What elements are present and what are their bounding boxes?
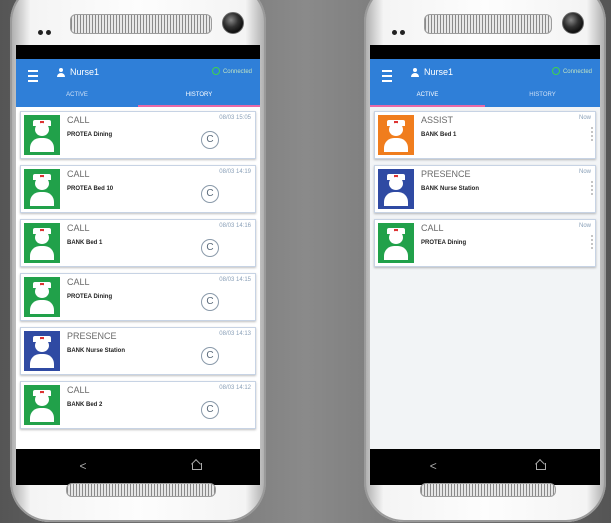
- alert-time: 08/03 14:19: [219, 169, 251, 175]
- front-camera: [562, 12, 584, 34]
- bottom-speaker-grille: [66, 483, 216, 497]
- person-icon: [410, 68, 420, 78]
- list-item[interactable]: CALL PROTEA Dining 08/03 15:05 C: [20, 111, 256, 159]
- alert-location: BANK Bed 2: [67, 402, 103, 408]
- tab-history[interactable]: HISTORY: [138, 89, 260, 107]
- alert-type: CALL: [67, 115, 90, 125]
- tab-bar: ACTIVE HISTORY: [370, 89, 600, 107]
- tab-history[interactable]: HISTORY: [485, 89, 600, 107]
- tab-bar: ACTIVE HISTORY: [16, 89, 260, 107]
- alert-time: 08/03 15:05: [219, 115, 251, 121]
- alert-type: CALL: [421, 223, 444, 233]
- nurse-avatar-icon: [24, 385, 60, 425]
- home-icon[interactable]: [535, 463, 546, 470]
- active-list: ASSIST BANK Bed 1 Now PRESENCE BANK Nurse St…: [370, 111, 600, 449]
- alert-type: PRESENCE: [67, 331, 117, 341]
- nurse-avatar-icon: [24, 169, 60, 209]
- list-item[interactable]: PRESENCE BANK Nurse Station 08/03 14:13 C: [20, 327, 256, 375]
- nurse-avatar-icon: [24, 223, 60, 263]
- alert-time: Now: [578, 115, 591, 121]
- alert-location: PROTEA Bed 10: [67, 186, 114, 192]
- app-topbar: Nurse1 Connected ACTIVE HISTORY: [370, 59, 600, 107]
- earpiece-grille: [70, 14, 212, 34]
- nurse-avatar-icon: [378, 115, 414, 155]
- app-view: Nurse1 Connected ACTIVE HISTORY ASSIST BA…: [370, 59, 600, 449]
- user-name: Nurse1: [70, 67, 100, 77]
- alert-time: Now: [578, 169, 591, 175]
- list-item[interactable]: CALL PROTEA Dining 08/03 14:15 C: [20, 273, 256, 321]
- home-icon[interactable]: [191, 463, 202, 470]
- android-navbar: <: [370, 449, 600, 485]
- alert-location: PROTEA Dining: [67, 132, 113, 138]
- android-navbar: <: [16, 449, 260, 485]
- alert-time: 08/03 14:13: [219, 331, 251, 337]
- nurse-avatar-icon: [24, 115, 60, 155]
- alert-location: BANK Nurse Station: [421, 186, 480, 192]
- completed-badge-icon: C: [201, 347, 219, 365]
- completed-badge-icon: C: [201, 185, 219, 203]
- alert-type: CALL: [67, 277, 90, 287]
- alert-location: PROTEA Dining: [67, 294, 113, 300]
- alert-time: Now: [578, 223, 591, 229]
- list-item[interactable]: ASSIST BANK Bed 1 Now: [374, 111, 596, 159]
- user-name: Nurse1: [424, 67, 454, 77]
- history-list: CALL PROTEA Dining 08/03 15:05 C CALL PROTEA …: [16, 111, 260, 449]
- nurse-avatar-icon: [24, 277, 60, 317]
- alert-type: CALL: [67, 385, 90, 395]
- bottom-speaker-grille: [420, 483, 556, 497]
- alert-type: PRESENCE: [421, 169, 471, 179]
- list-item[interactable]: CALL PROTEA Dining Now: [374, 219, 596, 267]
- alert-type: CALL: [67, 223, 90, 233]
- front-camera: [222, 12, 244, 34]
- alert-time: 08/03 14:15: [219, 277, 251, 283]
- connection-label: Connected: [222, 69, 252, 75]
- phone-screen: Nurse1 Connected ACTIVE HISTORY CALL PROT…: [16, 45, 260, 485]
- list-item[interactable]: PRESENCE BANK Nurse Station Now: [374, 165, 596, 213]
- completed-badge-icon: C: [201, 293, 219, 311]
- alert-time: 08/03 14:12: [219, 385, 251, 391]
- drag-handle-icon[interactable]: [591, 127, 593, 143]
- list-item[interactable]: CALL BANK Bed 2 08/03 14:12 C: [20, 381, 256, 429]
- phone-right: Nurse1 Connected ACTIVE HISTORY ASSIST BA…: [364, 0, 606, 523]
- alert-time: 08/03 14:16: [219, 223, 251, 229]
- sensor-dots: [38, 22, 60, 35]
- alert-location: BANK Nurse Station: [67, 348, 126, 354]
- phone-left: Nurse1 Connected ACTIVE HISTORY CALL PROT…: [10, 0, 266, 523]
- connection-label: Connected: [562, 69, 592, 75]
- connection-status: Connected: [211, 67, 252, 75]
- drag-handle-icon[interactable]: [591, 235, 593, 251]
- tab-active[interactable]: ACTIVE: [370, 89, 485, 107]
- hamburger-menu-icon[interactable]: [382, 70, 392, 82]
- drag-handle-icon[interactable]: [591, 181, 593, 197]
- person-icon: [56, 68, 66, 78]
- app-topbar: Nurse1 Connected ACTIVE HISTORY: [16, 59, 260, 107]
- completed-badge-icon: C: [201, 401, 219, 419]
- phone-screen: Nurse1 Connected ACTIVE HISTORY ASSIST BA…: [370, 45, 600, 485]
- tab-active[interactable]: ACTIVE: [16, 89, 138, 107]
- completed-badge-icon: C: [201, 239, 219, 257]
- status-dot-icon: [211, 67, 220, 75]
- nurse-avatar-icon: [378, 223, 414, 263]
- connection-status: Connected: [551, 67, 592, 75]
- alert-location: PROTEA Dining: [421, 240, 467, 246]
- completed-badge-icon: C: [201, 131, 219, 149]
- alert-type: ASSIST: [421, 115, 454, 125]
- sensor-dots: [392, 22, 414, 35]
- earpiece-grille: [424, 14, 552, 34]
- alert-location: BANK Bed 1: [67, 240, 103, 246]
- alert-location: BANK Bed 1: [421, 132, 457, 138]
- nurse-avatar-icon: [24, 331, 60, 371]
- hamburger-menu-icon[interactable]: [28, 70, 38, 82]
- status-dot-icon: [551, 67, 560, 75]
- list-item[interactable]: CALL PROTEA Bed 10 08/03 14:19 C: [20, 165, 256, 213]
- nurse-avatar-icon: [378, 169, 414, 209]
- back-button[interactable]: <: [430, 459, 437, 473]
- back-button[interactable]: <: [79, 459, 86, 473]
- app-view: Nurse1 Connected ACTIVE HISTORY CALL PROT…: [16, 59, 260, 449]
- alert-type: CALL: [67, 169, 90, 179]
- list-item[interactable]: CALL BANK Bed 1 08/03 14:16 C: [20, 219, 256, 267]
